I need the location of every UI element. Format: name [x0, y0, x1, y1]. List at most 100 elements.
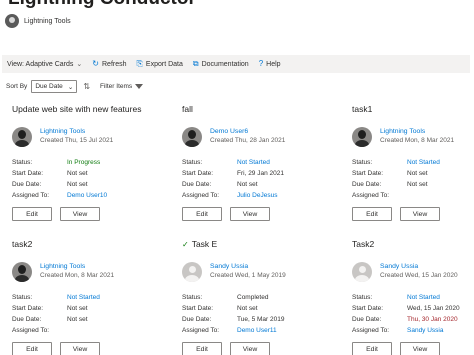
status-row: Status: Not Started: [352, 292, 467, 303]
due-date-value: Thu, 30 Jan 2020: [407, 316, 458, 323]
task-card: ✓ task1 Lightning Tools Created Mon, 8 M…: [352, 103, 467, 221]
start-date-row: Start Date: Wed, 15 Jan 2020: [352, 303, 467, 314]
sort-direction-icon[interactable]: ⇅: [83, 82, 90, 91]
persona-name[interactable]: Lightning Tools: [380, 127, 454, 136]
assigned-to-row: Assigned To: Demo User11: [182, 325, 297, 336]
avatar: [12, 262, 32, 282]
start-date-row: Start Date: Not set: [182, 303, 297, 314]
filter-items-button[interactable]: Filter Items: [100, 83, 144, 90]
due-date-row: Due Date: Not set: [12, 179, 127, 190]
start-date-row: Start Date: Fri, 29 Jan 2021: [182, 168, 297, 179]
due-date-row: Due Date: Not set: [182, 179, 297, 190]
due-date-label: Due Date:: [352, 316, 382, 323]
start-date-value: Not set: [67, 170, 88, 177]
edit-button[interactable]: Edit: [182, 342, 222, 355]
persona-text: Demo User6 Created Thu, 28 Jan 2021: [210, 127, 285, 145]
persona-name[interactable]: Sandy Ussia: [380, 262, 458, 271]
refresh-icon: ↻: [92, 59, 99, 68]
sort-value: Due Date: [35, 83, 63, 90]
due-date-label: Due Date:: [182, 316, 212, 323]
view-dropdown[interactable]: View: Adaptive Cards ⌄: [2, 60, 87, 69]
view-label: View: Adaptive Cards: [7, 60, 74, 68]
view-button[interactable]: View: [400, 342, 440, 355]
avatar: [12, 127, 32, 147]
card-actions: Edit View: [12, 342, 127, 355]
persona-name[interactable]: Lightning Tools: [40, 127, 113, 136]
edit-button[interactable]: Edit: [352, 342, 392, 355]
edit-button[interactable]: Edit: [12, 207, 52, 221]
assigned-to-value[interactable]: Julio DeJesus: [237, 190, 277, 201]
persona-created: Created Thu, 28 Jan 2021: [210, 137, 286, 144]
assigned-to-label: Assigned To:: [352, 327, 390, 334]
documentation-icon: ⧉: [192, 59, 199, 68]
view-button[interactable]: View: [230, 342, 270, 355]
persona-name[interactable]: Demo User6: [210, 127, 285, 136]
assigned-to-value[interactable]: Demo User10: [67, 190, 107, 201]
start-date-row: Start Date: Not set: [12, 303, 127, 314]
due-date-value: Tue, 5 Mar 2019: [237, 316, 285, 323]
status-value: In Progress: [67, 159, 101, 166]
persona: Lightning Tools Created Mon, 8 Mar 2021: [352, 127, 467, 147]
page: Lightning Conductor Lightning Tools View…: [0, 0, 474, 355]
card-fields: Status: Completed Start Date: Not set Due …: [182, 292, 297, 336]
persona-created: Created Mon, 8 Mar 2021: [380, 137, 455, 144]
export-data-button[interactable]: ⎘ Export Data: [132, 60, 188, 68]
avatar: [352, 262, 372, 282]
sort-by-dropdown[interactable]: Due Date ⌄: [31, 80, 78, 93]
card-title-row: ✓ Update web site with new features: [12, 103, 141, 115]
persona-created: Created Thu, 15 Jul 2021: [40, 137, 114, 144]
persona-text: Sandy Ussia Created Wed, 15 Jan 2020: [380, 262, 458, 280]
persona-text: Lightning Tools Created Thu, 15 Jul 2021: [40, 127, 113, 145]
chevron-down-icon: ⌄: [76, 61, 83, 68]
assigned-to-value[interactable]: Demo User11: [237, 325, 277, 336]
start-date-label: Start Date:: [352, 170, 384, 177]
status-value: Not Started: [407, 294, 440, 301]
help-button[interactable]: ? Help: [254, 60, 286, 68]
checkmark-icon: ✓: [182, 239, 189, 249]
due-date-row: Due Date: Tue, 5 Mar 2019: [182, 314, 297, 325]
card-title: fall: [182, 104, 193, 114]
filter-icon: [135, 84, 144, 89]
card-title-row: ✓ Task E: [182, 238, 297, 250]
start-date-row: Start Date: Not set: [352, 168, 467, 179]
assigned-to-row: Assigned To: Demo User10: [12, 190, 127, 201]
sort-bar: Sort By Due Date ⌄ ⇅ Filter Items: [6, 80, 144, 93]
card-title: task1: [352, 104, 373, 114]
persona-name[interactable]: Lightning Tools: [40, 262, 114, 271]
refresh-label: Refresh: [102, 60, 127, 68]
status-value: Not Started: [407, 159, 440, 166]
status-label: Status:: [352, 294, 373, 301]
persona: Lightning Tools Created Mon, 8 Mar 2021: [12, 262, 127, 282]
view-button[interactable]: View: [400, 207, 440, 221]
card-title-row: ✓ Task2: [352, 238, 467, 250]
edit-button[interactable]: Edit: [352, 207, 392, 221]
due-date-label: Due Date:: [12, 316, 42, 323]
card-title: Update web site with new features: [12, 104, 142, 114]
refresh-button[interactable]: ↻ Refresh: [87, 60, 131, 68]
card-title: Task2: [352, 239, 375, 249]
edit-button[interactable]: Edit: [12, 342, 52, 355]
card-fields: Status: Not Started Start Date: Fri, 29 Ja…: [182, 157, 297, 201]
edit-button[interactable]: Edit: [182, 207, 222, 221]
card-fields: Status: Not Started Start Date: Wed, 15 Ja…: [352, 292, 467, 336]
site-avatar: [5, 14, 19, 28]
status-label: Status:: [182, 294, 203, 301]
view-button[interactable]: View: [230, 207, 270, 221]
due-date-value: Not set: [67, 316, 88, 323]
documentation-button[interactable]: ⧉ Documentation: [188, 60, 254, 68]
start-date-row: Start Date: Not set: [12, 168, 127, 179]
due-date-label: Due Date:: [12, 181, 42, 188]
view-button[interactable]: View: [60, 207, 100, 221]
assigned-to-row: Assigned To:: [12, 325, 127, 336]
card-fields: Status: Not Started Start Date: Not set Du…: [12, 292, 127, 336]
assigned-to-value[interactable]: Sandy Ussia: [407, 325, 444, 336]
status-label: Status:: [352, 159, 373, 166]
status-row: Status: In Progress: [12, 157, 127, 168]
card-actions: Edit View: [352, 342, 467, 355]
due-date-row: Due Date: Not set: [352, 179, 467, 190]
persona: Sandy Ussia Created Wed, 1 May 2019: [182, 262, 297, 282]
view-button[interactable]: View: [60, 342, 100, 355]
start-date-value: Fri, 29 Jan 2021: [237, 170, 284, 177]
persona-name[interactable]: Sandy Ussia: [210, 262, 286, 271]
status-value: Not Started: [237, 159, 270, 166]
